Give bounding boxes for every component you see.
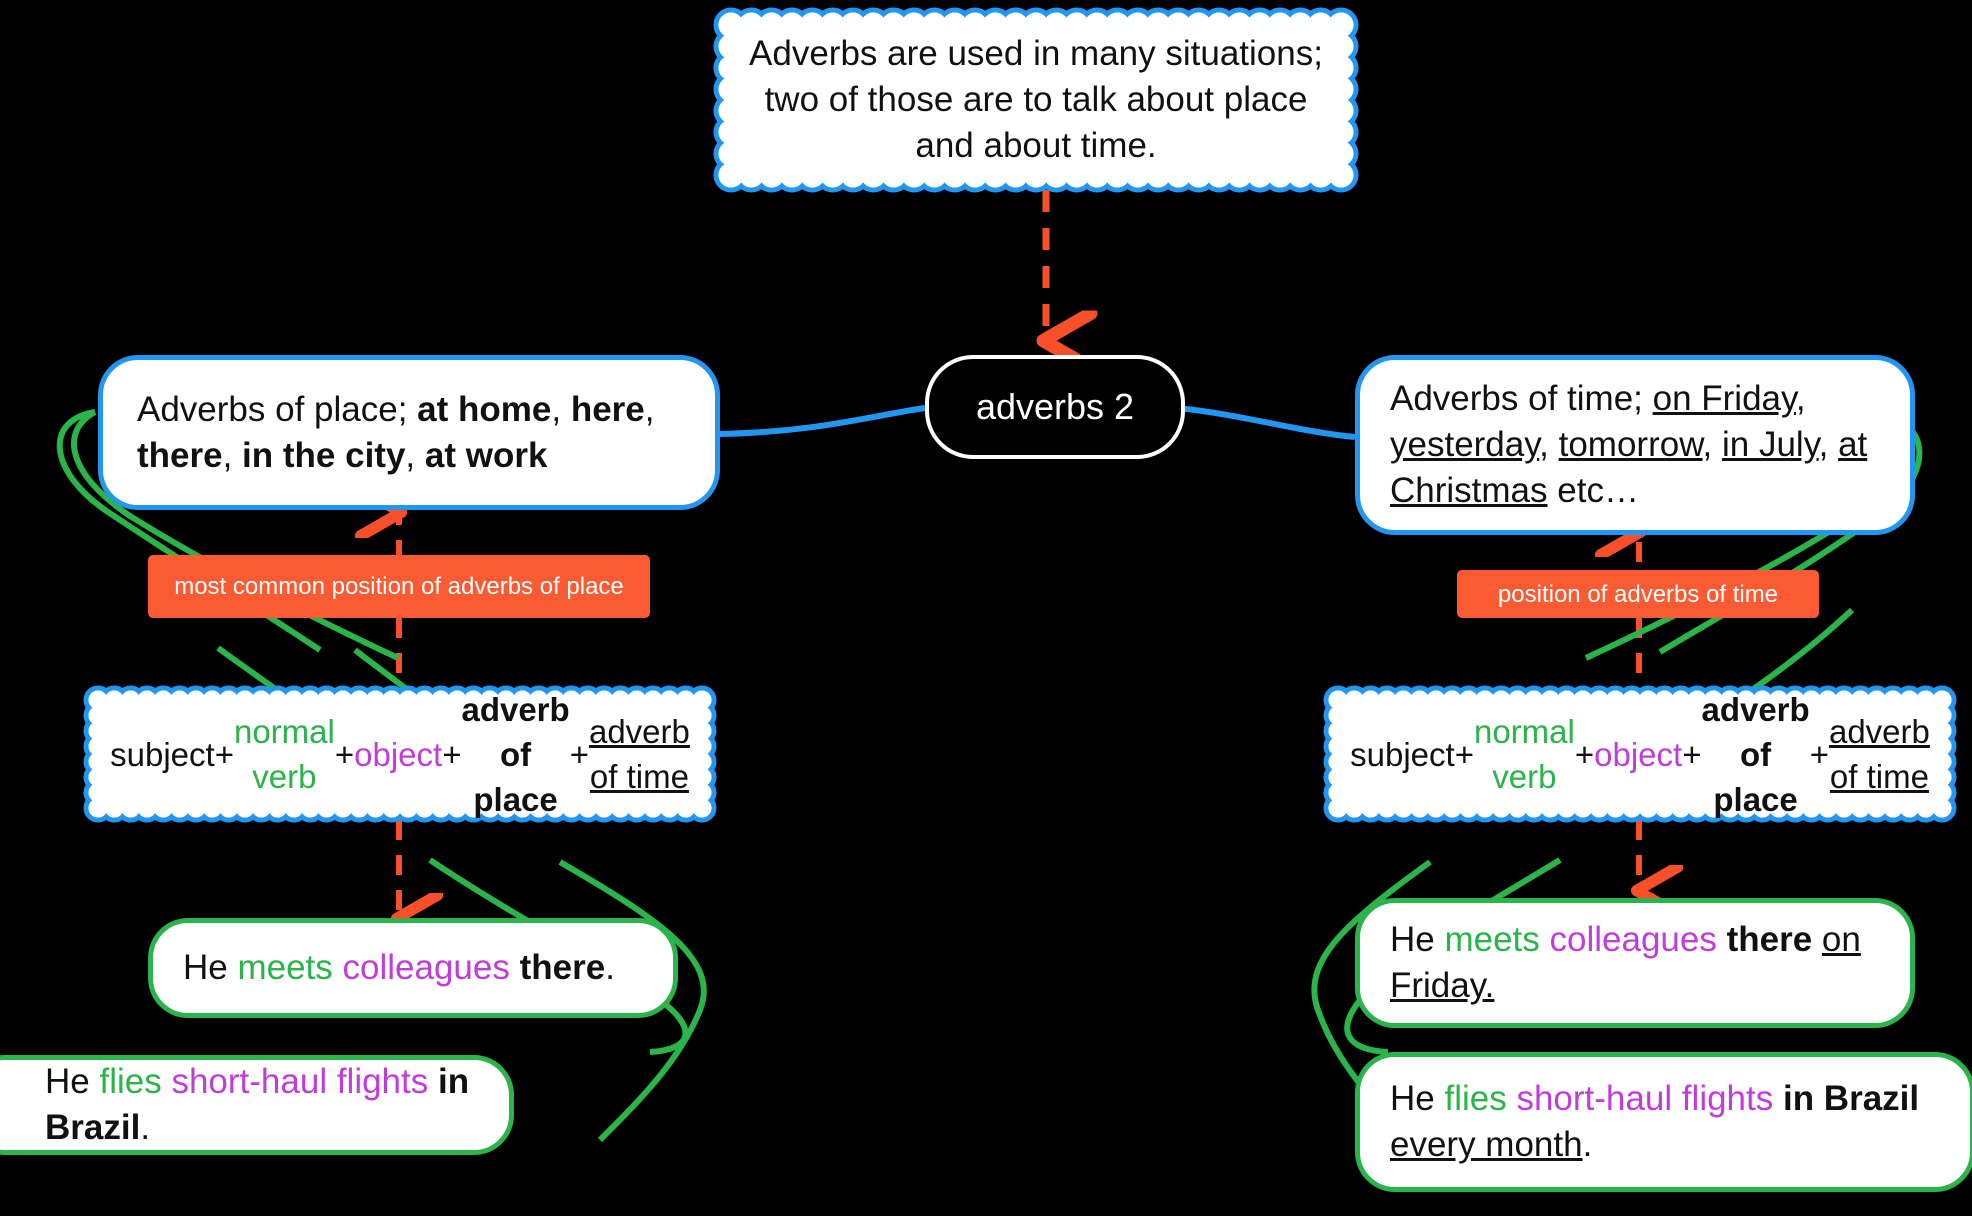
f-adv-place: adverb of place	[461, 690, 570, 818]
f-plus-1: +	[214, 735, 234, 773]
place-ex-2: there	[137, 435, 223, 475]
place-ex-0: at home	[417, 389, 552, 429]
ex-end: .	[605, 948, 615, 987]
f-adv-time: adverb of time	[588, 713, 690, 795]
place-ex-4: at work	[424, 435, 548, 475]
place-topic-lead: Adverbs of place;	[137, 389, 418, 429]
ex-place: there	[519, 948, 606, 987]
f-adv-time: adverb of time	[1828, 713, 1930, 795]
time-ex-3: in July	[1722, 425, 1819, 464]
ex-object: short-haul flights	[171, 1062, 429, 1101]
center-node-label: adverbs 2	[975, 386, 1135, 427]
time-topic-lead: Adverbs of time;	[1390, 379, 1653, 418]
time-ex-1: yesterday	[1390, 425, 1540, 464]
f-subject: subject	[110, 735, 215, 773]
place-example-1-text: He meets colleagues there.	[183, 945, 643, 991]
mindmap-canvas: Adverbs are used in many situations; two…	[0, 0, 1972, 1216]
f-plus-3: +	[442, 735, 462, 773]
f-verb: normal verb	[1473, 713, 1575, 795]
ex-place: there	[1726, 920, 1813, 959]
place-example-1[interactable]: He meets colleagues there.	[148, 918, 678, 1018]
ex-end: .	[1484, 966, 1495, 1005]
time-example-2[interactable]: He flies short-haul flights in Brazil ev…	[1355, 1052, 1972, 1192]
center-node[interactable]: adverbs 2	[925, 355, 1185, 459]
place-example-2[interactable]: He flies short-haul flights in Brazil.	[0, 1055, 514, 1155]
place-topic-box[interactable]: Adverbs of place; at home, here, there, …	[98, 355, 720, 510]
time-ex-2: tomorrow	[1558, 425, 1703, 464]
place-formula-text: subject + normal verb + object + adverb …	[110, 691, 690, 818]
ex-verb: flies	[99, 1062, 162, 1101]
ex-subject: He	[1390, 920, 1445, 959]
ex-object: colleagues	[342, 948, 510, 987]
time-ex-0: on Friday	[1652, 379, 1796, 418]
ex-end: .	[1582, 1125, 1593, 1164]
link-center-to-time	[1176, 405, 1356, 440]
f-adv-place: adverb of place	[1701, 690, 1810, 818]
f-plus-2: +	[1574, 735, 1595, 773]
ex-verb: flies	[1444, 1079, 1507, 1118]
time-example-1[interactable]: He meets colleagues there on Friday.	[1355, 898, 1915, 1028]
f-verb: normal verb	[233, 713, 335, 795]
ex-place: in Brazil	[1782, 1079, 1920, 1118]
place-ex-1: here	[570, 389, 645, 429]
f-object: object	[1594, 735, 1683, 773]
f-plus-3: +	[1682, 735, 1702, 773]
time-topic-box[interactable]: Adverbs of time; on Friday, yesterday, t…	[1355, 355, 1915, 535]
ex-subject: He	[45, 1062, 100, 1101]
place-ex-3: in the city	[242, 435, 406, 475]
place-formula-box[interactable]: subject + normal verb + object + adverb …	[83, 685, 717, 823]
f-subject: subject	[1350, 735, 1455, 773]
ex-verb: meets	[1444, 920, 1540, 959]
ex-object: short-haul flights	[1516, 1079, 1774, 1118]
place-example-2-text: He flies short-haul flights in Brazil.	[0, 1059, 479, 1151]
root-note: Adverbs are used in many situations; two…	[713, 7, 1359, 193]
place-topic-text: Adverbs of place; at home, here, there, …	[137, 389, 655, 475]
time-formula-box[interactable]: subject + normal verb + object + adverb …	[1323, 685, 1957, 823]
time-example-2-text: He flies short-haul flights in Brazil ev…	[1390, 1076, 1940, 1168]
time-topic-text: Adverbs of time; on Friday, yesterday, t…	[1390, 379, 1868, 510]
place-position-label: most common position of adverbs of place	[148, 555, 650, 618]
f-plus-2: +	[334, 735, 355, 773]
root-note-text: Adverbs are used in many situations; two…	[749, 34, 1323, 165]
link-center-to-place	[719, 405, 926, 437]
f-plus-4: +	[569, 735, 589, 773]
ex-end: .	[140, 1108, 151, 1147]
ex-object: colleagues	[1549, 920, 1717, 959]
time-formula-text: subject + normal verb + object + adverb …	[1350, 691, 1930, 818]
time-example-1-text: He meets colleagues there on Friday.	[1390, 917, 1880, 1009]
f-plus-1: +	[1454, 735, 1474, 773]
time-topic-tail: etc…	[1547, 471, 1639, 510]
time-position-label: position of adverbs of time	[1457, 570, 1819, 618]
ex-time: every month	[1390, 1125, 1583, 1164]
ex-verb: meets	[237, 948, 333, 987]
ex-subject: He	[183, 948, 238, 987]
f-plus-4: +	[1809, 735, 1829, 773]
f-object: object	[354, 735, 443, 773]
ex-subject: He	[1390, 1079, 1445, 1118]
